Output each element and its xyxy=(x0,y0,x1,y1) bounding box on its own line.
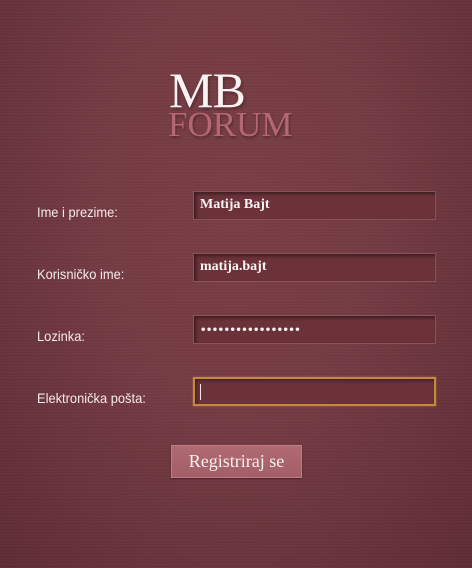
username-label: Korisničko ime: xyxy=(37,266,125,282)
full-name-value: Matija Bajt xyxy=(200,197,270,212)
password-label: Lozinka: xyxy=(37,328,85,344)
logo-forum-text: FORUM xyxy=(168,105,293,144)
email-input[interactable] xyxy=(193,377,436,406)
username-input[interactable]: matija.bajt xyxy=(193,253,436,282)
password-input[interactable]: ••••••••••••••••• xyxy=(193,315,436,344)
full-name-label: Ime i prezime: xyxy=(37,204,118,220)
username-row: Korisničko ime: matija.bajt xyxy=(0,253,472,297)
text-caret xyxy=(200,384,201,400)
password-masked-value: ••••••••••••••••• xyxy=(200,325,301,336)
email-label: Elektronička pošta: xyxy=(37,390,146,406)
full-name-row: Ime i prezime: Matija Bajt xyxy=(0,191,472,235)
username-value: matija.bajt xyxy=(200,259,267,274)
email-row: Elektronička pošta: xyxy=(0,377,472,421)
forum-logo: MB FORUM xyxy=(168,62,308,144)
full-name-input[interactable]: Matija Bajt xyxy=(193,191,436,220)
password-row: Lozinka: ••••••••••••••••• xyxy=(0,315,472,359)
register-button[interactable]: Registriraj se xyxy=(171,445,302,478)
